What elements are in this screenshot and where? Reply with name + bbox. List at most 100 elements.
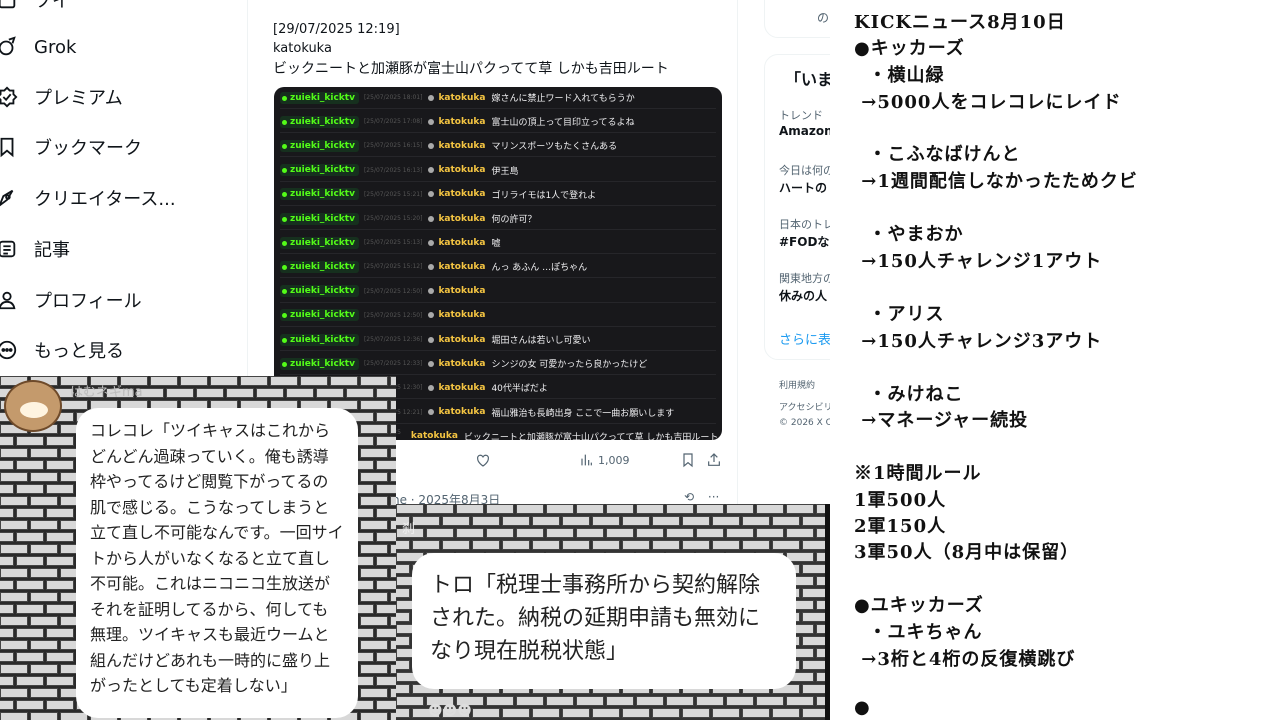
brick bbox=[376, 652, 396, 662]
brick bbox=[396, 696, 424, 706]
profile-icon bbox=[0, 289, 18, 311]
brick bbox=[360, 592, 388, 602]
brick bbox=[502, 540, 530, 550]
brick bbox=[376, 700, 396, 710]
brick bbox=[30, 592, 58, 602]
brick bbox=[426, 528, 454, 538]
sidebar-item-bookmark[interactable]: ブックマーク bbox=[0, 127, 142, 167]
brick bbox=[226, 388, 254, 398]
brick bbox=[0, 484, 14, 494]
chat-date: [25/07/2025 16:13] bbox=[363, 166, 423, 174]
brick bbox=[166, 388, 194, 398]
brick bbox=[486, 696, 514, 706]
brick bbox=[682, 540, 710, 550]
footer-terms[interactable]: 利用規約 bbox=[779, 378, 831, 391]
more-icon[interactable]: ··· bbox=[708, 490, 719, 504]
brick bbox=[0, 628, 14, 638]
brick bbox=[666, 504, 694, 514]
screenshot-collage: ソイ Grok プレミアム ブックマーク クリエイタース... 記事 プロフィー… bbox=[0, 0, 1280, 720]
sidebar-item-label: プレミアム bbox=[34, 88, 123, 109]
like-button[interactable] bbox=[475, 452, 491, 468]
brick bbox=[576, 504, 604, 514]
trend-item-1[interactable]: Amazon bbox=[779, 124, 831, 138]
chat-message: 伊王島 bbox=[491, 166, 519, 177]
trend-item-2[interactable]: ハートの bbox=[779, 179, 831, 196]
chat-username: katokuka bbox=[438, 407, 486, 418]
info-fragment: の bbox=[817, 11, 830, 25]
chat-date: [25/07/2025 12:50] bbox=[363, 287, 423, 295]
chat-message: 富士山の頂上って目印立ってるよね bbox=[491, 118, 635, 129]
badge-icon bbox=[428, 142, 435, 149]
chat-username: katokuka bbox=[438, 116, 486, 127]
brick bbox=[786, 504, 814, 514]
brick bbox=[396, 540, 410, 550]
brick bbox=[46, 508, 74, 518]
brick bbox=[46, 628, 74, 638]
sidebar-item-articles[interactable]: 記事 bbox=[0, 229, 70, 269]
news-line: ●キッカーズ bbox=[854, 38, 965, 59]
trend-item-3[interactable]: #FODな bbox=[779, 233, 831, 250]
list-icon bbox=[0, 0, 18, 11]
post-username: katokuka bbox=[273, 41, 332, 56]
brick bbox=[30, 496, 58, 506]
chat-message: 福山雅治も長崎出身 ここで一曲お願いします bbox=[491, 408, 675, 419]
news-line: ・やまおか bbox=[854, 224, 964, 245]
brick bbox=[376, 436, 396, 446]
news-line: ・ユキちゃん bbox=[854, 622, 983, 643]
sidebar-item-label: プロフィール bbox=[34, 291, 142, 312]
news-line: KICKニュース8月10日 bbox=[854, 12, 1066, 33]
footer-accessibility[interactable]: アクセシビリ bbox=[779, 400, 831, 413]
sidebar-item-creator-studio[interactable]: クリエイタース... bbox=[0, 178, 176, 218]
brick bbox=[346, 388, 374, 398]
share-button[interactable] bbox=[706, 452, 722, 468]
brick bbox=[180, 376, 208, 386]
brick bbox=[0, 640, 28, 650]
bubble-username: はむネギma bbox=[70, 385, 143, 400]
chat-date: [25/07/2025 15:12] bbox=[363, 263, 423, 271]
grok-icon[interactable]: ⟲ bbox=[684, 490, 694, 504]
brick bbox=[46, 676, 74, 686]
chat-row: zuieki_kicktv [25/07/2025 12:33] katokuka シ… bbox=[280, 353, 716, 376]
next-post-actions[interactable]: ⟲ ··· bbox=[684, 490, 719, 504]
sidebar-item-more[interactable]: もっと見る bbox=[0, 330, 124, 370]
badge-icon bbox=[428, 312, 435, 319]
news-line: ・アリス bbox=[854, 304, 945, 325]
speech-bubble-left: コレコレ「ツイキャスはこれからどんどん過疎っていく。俺も誘導枠やってるけど閲覧下… bbox=[76, 408, 358, 718]
chat-row: zuieki_kicktv [25/07/2025 15:20] katokuka 何… bbox=[280, 208, 716, 230]
brick bbox=[562, 516, 590, 526]
sidebar-item-premium[interactable]: プレミアム bbox=[0, 77, 123, 117]
brick bbox=[802, 540, 826, 550]
sidebar-item-grok[interactable]: Grok bbox=[0, 27, 76, 67]
bookmark-button[interactable] bbox=[680, 452, 696, 468]
brick bbox=[46, 460, 74, 470]
chat-channel: zuieki_kicktv bbox=[280, 309, 359, 322]
chat-username: katokuka bbox=[438, 358, 486, 369]
sidebar-item-label: ブックマーク bbox=[34, 138, 142, 159]
speech-bubble-middle: トロ「税理士事務所から契約解除された。納税の延期申請も無効になり現在脱税状態」 bbox=[412, 553, 796, 689]
brick bbox=[376, 628, 396, 638]
sidebar-item-profile[interactable]: プロフィール bbox=[0, 280, 142, 320]
badge-icon bbox=[428, 191, 435, 198]
sidebar-item-top-cut[interactable]: ソイ bbox=[0, 0, 70, 20]
trend-context-4: 関東地方の bbox=[779, 272, 831, 285]
bubble-tag: 刹 bbox=[402, 522, 416, 537]
brick bbox=[16, 508, 44, 518]
news-line: →5000人をコレコレにレイド bbox=[854, 92, 1122, 113]
show-more-link[interactable]: さらに表 bbox=[779, 329, 831, 348]
brick bbox=[16, 604, 44, 614]
brick bbox=[30, 568, 58, 578]
brick bbox=[652, 516, 680, 526]
brick bbox=[576, 528, 604, 538]
brick bbox=[360, 520, 388, 530]
sidebar-item-label: もっと見る bbox=[34, 341, 124, 362]
chat-date: [25/07/2025 15:20] bbox=[363, 215, 423, 222]
creator-studio-icon bbox=[0, 187, 18, 209]
chat-date: [25/07/2025 12:50] bbox=[363, 311, 423, 319]
views-button[interactable]: 1,009 bbox=[578, 452, 630, 468]
brick bbox=[802, 708, 826, 718]
brick bbox=[376, 532, 396, 542]
chat-row: zuieki_kicktv [25/07/2025 16:13] katokuka 伊… bbox=[280, 160, 716, 182]
chat-row: zuieki_kicktv [25/07/2025 16:15] katokuka マ… bbox=[280, 135, 716, 158]
brick bbox=[46, 532, 74, 542]
trend-item-4[interactable]: 休みの人 bbox=[779, 287, 831, 304]
